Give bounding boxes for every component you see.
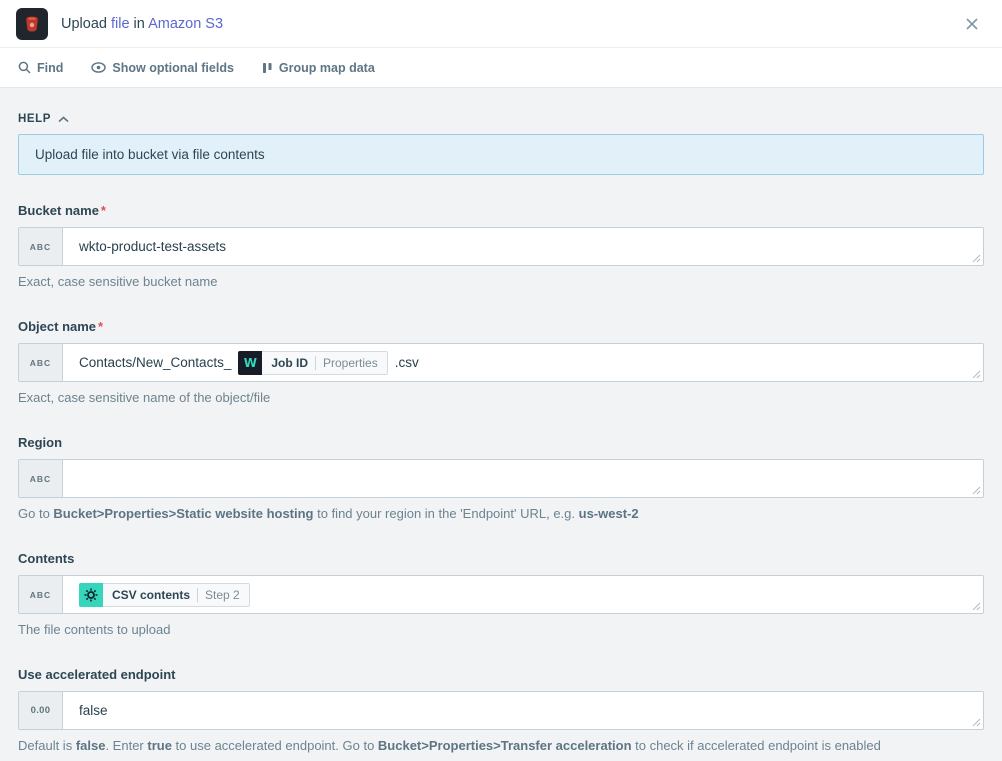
pill-divider bbox=[315, 356, 316, 370]
help-text-box: Upload file into bucket via file content… bbox=[18, 134, 984, 175]
resize-handle[interactable] bbox=[972, 602, 981, 611]
number-type-prefix: 0.00 bbox=[19, 692, 63, 729]
object-name-text-before: Contacts/New_Contacts_ bbox=[79, 355, 231, 370]
contents-value[interactable]: CSV contents Step 2 bbox=[63, 576, 983, 613]
help-section-label: HELP bbox=[18, 113, 51, 125]
string-type-prefix: ABC bbox=[19, 460, 63, 497]
bucket-name-hint: Exact, case sensitive bucket name bbox=[18, 274, 984, 289]
region-label: Region bbox=[18, 435, 984, 450]
toolbar: Find Show optional fields Group map data bbox=[0, 48, 1002, 88]
resize-handle[interactable] bbox=[972, 254, 981, 263]
resize-handle[interactable] bbox=[972, 718, 981, 727]
datapill-csv-contents[interactable]: CSV contents Step 2 bbox=[79, 583, 250, 607]
field-region: Region ABC Go to Bucket>Properties>Stati… bbox=[18, 435, 984, 521]
help-section-toggle[interactable]: HELP bbox=[18, 113, 984, 125]
datapill-source: Step 2 bbox=[205, 588, 240, 602]
object-name-text-after: .csv bbox=[395, 355, 419, 370]
s3-bucket-icon bbox=[22, 14, 42, 34]
contents-input[interactable]: ABC bbox=[18, 575, 984, 614]
required-asterisk: * bbox=[101, 203, 106, 218]
datapill-name: CSV contents bbox=[112, 588, 190, 602]
show-optional-fields-button[interactable]: Show optional fields bbox=[91, 61, 234, 75]
contents-label: Contents bbox=[18, 551, 984, 566]
object-name-hint: Exact, case sensitive name of the object… bbox=[18, 390, 984, 405]
resize-handle[interactable] bbox=[972, 370, 981, 379]
bucket-name-value[interactable]: wkto-product-test-assets bbox=[63, 228, 983, 265]
field-accelerated-endpoint: Use accelerated endpoint 0.00 false Defa… bbox=[18, 667, 984, 753]
string-type-prefix: ABC bbox=[19, 344, 63, 381]
accelerated-endpoint-input[interactable]: 0.00 false bbox=[18, 691, 984, 730]
find-label: Find bbox=[37, 61, 63, 75]
search-icon bbox=[18, 61, 31, 74]
region-value[interactable] bbox=[63, 460, 983, 497]
required-asterisk: * bbox=[98, 319, 103, 334]
chevron-up-icon bbox=[58, 116, 69, 123]
bucket-name-label: Bucket name* bbox=[18, 203, 984, 218]
group-map-data-button[interactable]: Group map data bbox=[262, 61, 375, 75]
amazon-s3-app-icon bbox=[16, 8, 48, 40]
close-icon bbox=[965, 17, 979, 31]
field-bucket-name: Bucket name* ABC wkto-product-test-asset… bbox=[18, 203, 984, 289]
bucket-name-input[interactable]: ABC wkto-product-test-assets bbox=[18, 227, 984, 266]
region-hint: Go to Bucket>Properties>Static website h… bbox=[18, 506, 984, 521]
action-config-panel: HELP Upload file into bucket via file co… bbox=[0, 88, 1002, 761]
close-button[interactable] bbox=[958, 10, 986, 38]
string-type-prefix: ABC bbox=[19, 228, 63, 265]
object-name-input[interactable]: ABC Contacts/New_Contacts_ W Job ID Prop… bbox=[18, 343, 984, 382]
datapill-source: Properties bbox=[323, 356, 378, 370]
datapill-job-id[interactable]: W Job ID Properties bbox=[238, 351, 387, 375]
find-button[interactable]: Find bbox=[18, 61, 63, 75]
contents-hint: The file contents to upload bbox=[18, 622, 984, 637]
accelerated-endpoint-hint: Default is false. Enter true to use acce… bbox=[18, 738, 984, 753]
object-name-value[interactable]: Contacts/New_Contacts_ W Job ID Properti… bbox=[63, 344, 983, 381]
workato-icon: W bbox=[238, 351, 262, 375]
pill-divider bbox=[197, 588, 198, 602]
object-name-label: Object name* bbox=[18, 319, 984, 334]
resize-handle[interactable] bbox=[972, 486, 981, 495]
group-columns-icon bbox=[262, 62, 273, 74]
dialog-header: Upload file in Amazon S3 bbox=[0, 0, 1002, 48]
datapill-name: Job ID bbox=[271, 356, 308, 370]
group-map-data-label: Group map data bbox=[279, 61, 375, 75]
action-title: Upload file in Amazon S3 bbox=[61, 16, 223, 32]
field-object-name: Object name* ABC Contacts/New_Contacts_ … bbox=[18, 319, 984, 405]
string-type-prefix: ABC bbox=[19, 576, 63, 613]
accelerated-endpoint-value[interactable]: false bbox=[63, 692, 983, 729]
field-contents: Contents ABC bbox=[18, 551, 984, 637]
region-input[interactable]: ABC bbox=[18, 459, 984, 498]
eye-icon bbox=[91, 62, 106, 73]
accelerated-endpoint-label: Use accelerated endpoint bbox=[18, 667, 984, 682]
recipe-gear-icon bbox=[79, 583, 103, 607]
show-optional-fields-label: Show optional fields bbox=[112, 61, 234, 75]
help-text: Upload file into bucket via file content… bbox=[35, 147, 265, 162]
